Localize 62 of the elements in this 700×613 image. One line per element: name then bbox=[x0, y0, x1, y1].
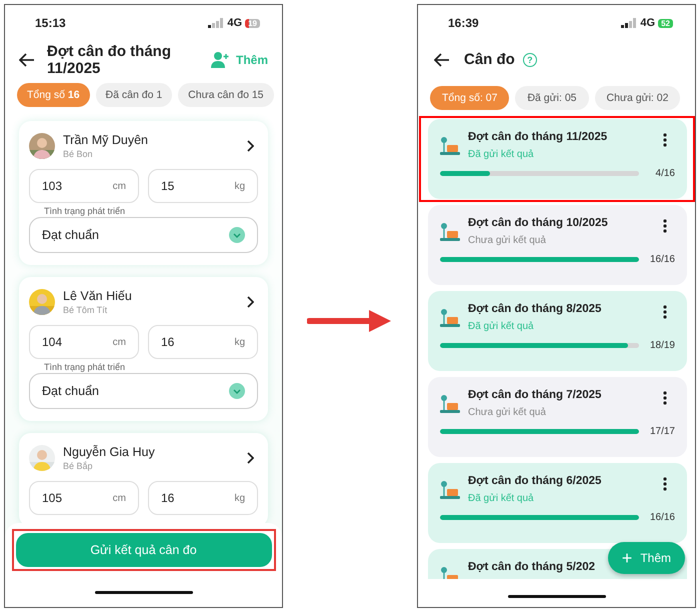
session-status: Chưa gửi kết quả bbox=[468, 235, 547, 246]
session-title: Đợt cân đo tháng 6/2025 bbox=[468, 475, 602, 487]
more-icon[interactable] bbox=[663, 477, 667, 491]
signal-icon bbox=[621, 18, 638, 28]
progress-count: 18/19 bbox=[648, 340, 675, 351]
chevron-right-icon[interactable] bbox=[246, 140, 254, 152]
child-name: Lê Văn Hiếu bbox=[63, 289, 133, 303]
height-field[interactable]: 105 cm bbox=[29, 481, 139, 515]
progress-count: 16/16 bbox=[648, 254, 675, 265]
chevron-down-icon bbox=[229, 383, 245, 399]
session-title: Đợt cân đo tháng 7/2025 bbox=[468, 389, 602, 401]
screen-title: Cân đo bbox=[464, 51, 515, 68]
chevron-right-icon[interactable] bbox=[246, 452, 254, 464]
session-title: Đợt cân đo tháng 5/202 bbox=[468, 561, 596, 573]
progress-count: 17/17 bbox=[648, 426, 675, 437]
child-name: Nguyễn Gia Huy bbox=[63, 445, 156, 459]
more-icon[interactable] bbox=[663, 305, 667, 319]
status-dropdown[interactable]: Đạt chuẩn bbox=[29, 217, 258, 253]
session-card[interactable]: Đợt cân đo tháng 11/2025 Đã gửi kết quả 4/16 bbox=[428, 119, 687, 199]
progress-count: 4/16 bbox=[654, 168, 675, 179]
session-status: Đã gửi kết quả bbox=[468, 493, 535, 504]
filter-tab[interactable]: Đã gửi: 05 bbox=[515, 86, 589, 110]
child-nickname: Bé Bắp bbox=[63, 461, 94, 471]
filter-tab[interactable]: Chưa gửi: 02 bbox=[594, 86, 680, 110]
weight-field[interactable]: 15 kg bbox=[148, 169, 258, 203]
child-nickname: Bé Bon bbox=[63, 149, 94, 159]
child-name: Trần Mỹ Duyên bbox=[63, 133, 149, 147]
session-status: Chưa gửi kết quả bbox=[468, 407, 547, 418]
session-card[interactable]: Đợt cân đo tháng 10/2025 Chưa gửi kết quả 16/16 bbox=[428, 205, 687, 285]
back-arrow-icon[interactable] bbox=[434, 52, 450, 66]
person-add-icon bbox=[210, 51, 230, 69]
arrow-icon bbox=[307, 308, 393, 334]
session-card[interactable]: Đợt cân đo tháng 6/2025 Đã gửi kết quả 16/16 bbox=[428, 463, 687, 543]
more-icon[interactable] bbox=[663, 219, 667, 233]
height-field[interactable]: 104 cm bbox=[29, 325, 139, 359]
session-title: Đợt cân đo tháng 11/2025 bbox=[468, 131, 608, 143]
battery-indicator: 52 bbox=[658, 18, 673, 28]
signal-icon bbox=[208, 18, 224, 28]
more-icon[interactable] bbox=[663, 391, 667, 405]
session-status: Đã gửi kết quả bbox=[468, 149, 535, 160]
child-nickname: Bé Tôm Tít bbox=[63, 305, 108, 315]
network-label: 4G bbox=[227, 17, 242, 29]
back-arrow-icon[interactable] bbox=[19, 53, 35, 67]
screen-title: Đợt cân đo tháng 11/2025 bbox=[47, 43, 172, 77]
session-title: Đợt cân đo tháng 10/2025 bbox=[468, 217, 609, 229]
chevron-down-icon bbox=[229, 227, 245, 243]
status-time: 15:13 bbox=[35, 16, 66, 30]
filter-tab[interactable]: Chưa cân đo 15 bbox=[178, 83, 274, 107]
weight-field[interactable]: 16 kg bbox=[148, 481, 258, 515]
status-time: 16:39 bbox=[448, 16, 479, 30]
filter-tab[interactable]: Đã cân đo 1 bbox=[96, 83, 172, 107]
network-label: 4G bbox=[640, 17, 656, 29]
more-icon[interactable] bbox=[663, 133, 667, 147]
session-card[interactable]: Đợt cân đo tháng 7/2025 Chưa gửi kết quả 17/17 bbox=[428, 377, 687, 457]
height-field[interactable]: 103 cm bbox=[29, 169, 139, 203]
session-title: Đợt cân đo tháng 8/2025 bbox=[468, 303, 602, 315]
status-dropdown[interactable]: Đạt chuẩn bbox=[29, 373, 258, 409]
session-status: Đã gửi kết quả bbox=[468, 321, 535, 332]
progress-count: 16/16 bbox=[648, 512, 675, 523]
session-card[interactable]: Đợt cân đo tháng 8/2025 Đã gửi kết quả 18/19 bbox=[428, 291, 687, 371]
weight-field[interactable]: 16 kg bbox=[148, 325, 258, 359]
chevron-right-icon[interactable] bbox=[246, 296, 254, 308]
